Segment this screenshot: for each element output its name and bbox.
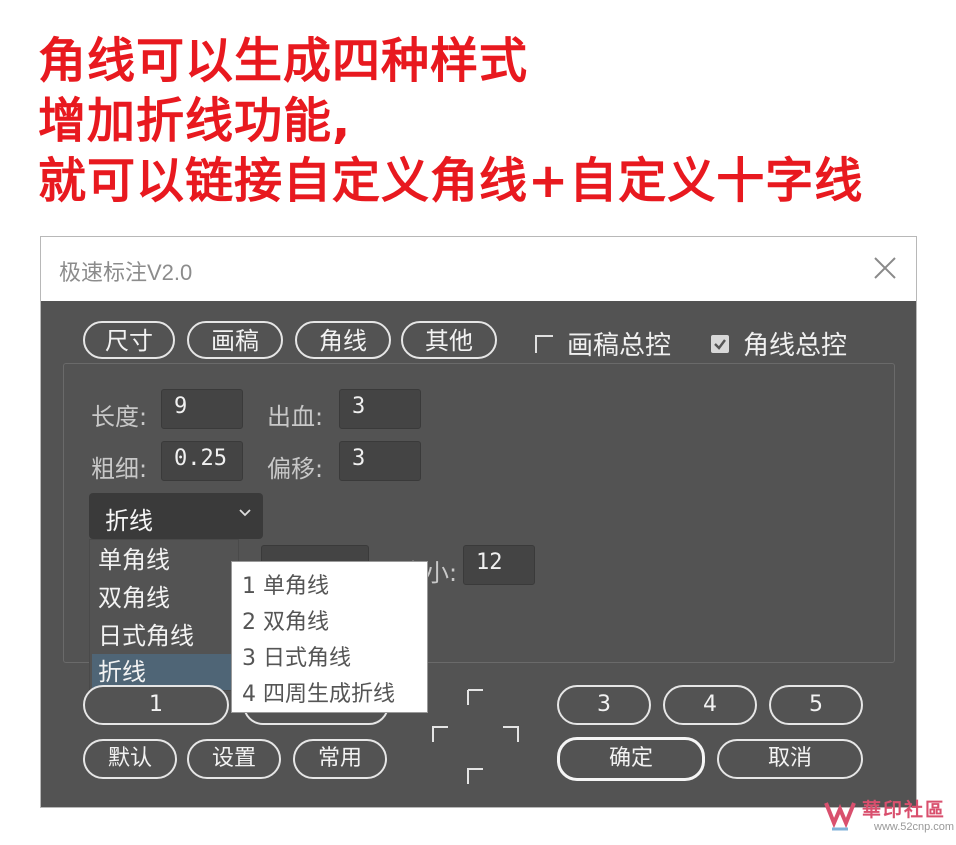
cancel-button[interactable]: 取消 [717,739,863,779]
bleed-label: 出血: [267,403,324,431]
settings-button[interactable]: 设置 [187,739,281,779]
bleed-input[interactable]: 3 [339,389,421,429]
watermark-logo-icon [824,802,856,831]
size-input[interactable]: 12 [463,545,535,585]
style-select-value: 折线 [105,507,153,535]
thickness-input[interactable]: 0.25 [161,441,243,481]
tab-corner-line[interactable]: 角线 [295,321,391,359]
tooltip-line-3: 3 日式角线 [242,646,351,671]
style-button-3[interactable]: 3 [557,685,651,725]
title-bar: 极速标注V2.0 [41,237,916,301]
checkbox-unchecked-icon[interactable] [535,334,553,353]
tooltip-line-4: 4 四周生成折线 [242,682,395,707]
site-watermark: 華印社區 www.52cnp.com [822,793,954,839]
style-dropdown-list: 单角线 双角线 日式角线 折线 [89,539,239,691]
headline-line-2: 增加折线功能, [38,93,352,149]
watermark-url: www.52cnp.com [874,821,955,833]
headline-line-1: 角线可以生成四种样式 [38,33,529,89]
corner-master-toggle[interactable]: 角线总控 [711,325,847,362]
corner-master-label: 角线总控 [743,331,848,361]
checkbox-checked-icon[interactable] [711,334,729,353]
length-input[interactable]: 9 [161,389,243,429]
plugin-window: 极速标注V2.0 尺寸 画稿 角线 其他 画稿总控 角线总控 长度: 9 出血:… [40,236,917,808]
headline-line-3: 就可以链接自定义角线+自定义十字线 [38,153,864,209]
style-tooltip: 1 单角线 2 双角线 3 日式角线 4 四周生成折线 [231,561,428,713]
tab-size[interactable]: 尺寸 [83,321,175,359]
thickness-label: 粗细: [91,455,148,483]
tooltip-line-1: 1 单角线 [242,574,329,599]
length-label: 长度: [91,403,148,431]
offset-input[interactable]: 3 [339,441,421,481]
chevron-down-icon [239,509,251,517]
draft-master-label: 画稿总控 [567,331,672,361]
close-icon[interactable] [868,251,902,285]
style-button-1[interactable]: 1 [83,685,229,725]
ok-button[interactable]: 确定 [557,737,705,781]
watermark-text: 華印社區 [862,799,947,821]
option-japanese-corner[interactable]: 日式角线 [92,618,236,654]
crop-mark-preview-icon [432,689,519,784]
common-button[interactable]: 常用 [293,739,387,779]
tab-draft[interactable]: 画稿 [187,321,283,359]
tab-other[interactable]: 其他 [401,321,497,359]
window-title: 极速标注V2.0 [59,260,193,285]
option-single-corner[interactable]: 单角线 [92,542,236,578]
option-double-corner[interactable]: 双角线 [92,580,236,616]
style-button-4[interactable]: 4 [663,685,757,725]
style-button-5[interactable]: 5 [769,685,863,725]
default-button[interactable]: 默认 [83,739,177,779]
style-select[interactable]: 折线 [89,493,263,539]
tooltip-line-2: 2 双角线 [242,610,329,635]
draft-master-toggle[interactable]: 画稿总控 [535,325,671,362]
offset-label: 偏移: [267,455,324,483]
